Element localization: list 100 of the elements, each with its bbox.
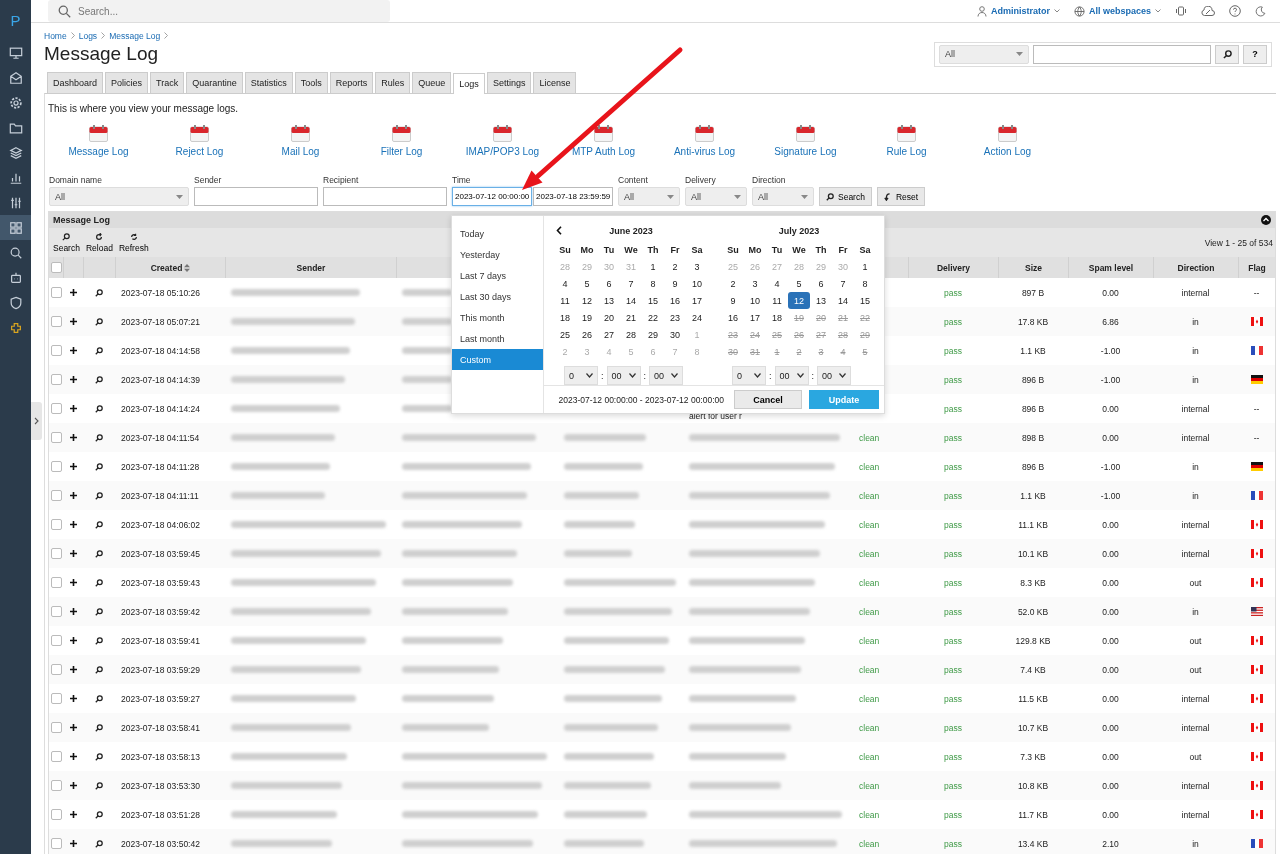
tab[interactable]: Queue [412, 72, 452, 93]
tab[interactable]: Dashboard [47, 72, 104, 93]
preset-option[interactable]: Last month [452, 328, 543, 349]
direction-select[interactable]: All [752, 187, 814, 206]
breadcrumb-link[interactable]: Home [44, 30, 67, 41]
search-icon[interactable] [95, 607, 103, 616]
search-icon[interactable] [95, 723, 103, 732]
collapse-icon[interactable] [1261, 215, 1271, 225]
expand-handle[interactable] [31, 402, 42, 440]
plus-icon[interactable] [69, 695, 77, 702]
row-checkbox[interactable] [50, 780, 62, 791]
content-select[interactable]: All [618, 187, 680, 206]
search-icon[interactable] [95, 317, 103, 326]
plus-icon[interactable] [69, 550, 77, 557]
calendar-day[interactable]: 3 [686, 258, 708, 275]
tab[interactable]: Rules [375, 72, 411, 93]
plus-icon[interactable] [69, 521, 77, 528]
preset-option[interactable]: Last 30 days [452, 286, 543, 307]
calendar-day[interactable]: 14 [832, 292, 854, 309]
search-icon[interactable] [95, 433, 103, 442]
log-link[interactable]: Message Log [48, 125, 149, 163]
plus-icon[interactable] [69, 318, 77, 325]
column-header[interactable]: Created [115, 257, 225, 278]
log-link[interactable]: Rule Log [856, 125, 957, 163]
calendar-day[interactable]: 17 [744, 309, 766, 326]
calendar-day[interactable]: 12 [576, 292, 598, 309]
column-header[interactable]: Direction [1153, 257, 1238, 278]
log-link[interactable]: Filter Log [351, 125, 452, 163]
search-icon[interactable] [95, 694, 103, 703]
calendar-day[interactable]: 28 [620, 326, 642, 343]
plus-icon[interactable] [69, 637, 77, 644]
calendar-day[interactable]: 24 [686, 309, 708, 326]
toolbar-button[interactable]: Reload [83, 232, 115, 253]
calendar-day[interactable]: 1 [854, 258, 876, 275]
search-icon[interactable] [95, 375, 103, 384]
preset-option[interactable]: Custom [452, 349, 543, 370]
previous-month-button[interactable] [556, 226, 562, 235]
row-checkbox[interactable] [50, 606, 62, 617]
calendar-day[interactable]: 8 [854, 275, 876, 292]
plus-icon[interactable] [69, 811, 77, 818]
calendar-day[interactable]: 29 [642, 326, 664, 343]
logo[interactable]: P [10, 0, 21, 40]
search-icon[interactable] [95, 839, 103, 848]
row-checkbox[interactable] [50, 403, 62, 414]
tab[interactable]: Logs [453, 73, 485, 94]
time-select[interactable]: 00 [606, 366, 641, 385]
log-link[interactable]: Mail Log [250, 125, 351, 163]
plus-icon[interactable] [69, 666, 77, 673]
calendar-day[interactable]: 19 [576, 309, 598, 326]
calendar-day[interactable]: 1 [642, 258, 664, 275]
row-checkbox[interactable] [50, 635, 62, 646]
column-header[interactable]: Delivery [908, 257, 998, 278]
reset-button[interactable]: Reset [876, 187, 926, 206]
search-button[interactable] [1215, 44, 1239, 64]
nav-button[interactable] [0, 215, 31, 240]
scope-select[interactable]: All [939, 44, 1029, 64]
plus-icon[interactable] [69, 347, 77, 354]
notification-icon[interactable] [1175, 5, 1187, 17]
recipient-field[interactable] [323, 187, 447, 206]
search-icon[interactable] [95, 752, 103, 761]
row-checkbox[interactable] [50, 548, 62, 559]
calendar-day[interactable]: 7 [832, 275, 854, 292]
calendar-day[interactable]: 20 [598, 309, 620, 326]
calendar-day[interactable]: 5 [788, 275, 810, 292]
calendar-day[interactable]: 11 [554, 292, 576, 309]
plus-icon[interactable] [69, 405, 77, 412]
search-icon[interactable] [95, 520, 103, 529]
calendar-day[interactable]: 7 [620, 275, 642, 292]
row-checkbox[interactable] [50, 316, 62, 327]
tab[interactable]: Track [150, 72, 185, 93]
calendar-day[interactable]: 18 [554, 309, 576, 326]
calendar-day[interactable]: 8 [642, 275, 664, 292]
delivery-select[interactable]: All [685, 187, 747, 206]
search-icon[interactable] [95, 404, 103, 413]
plus-icon[interactable] [69, 782, 77, 789]
search-input[interactable] [1033, 44, 1211, 64]
tab[interactable]: Statistics [244, 72, 293, 93]
calendar-day[interactable]: 4 [766, 275, 788, 292]
search-icon[interactable] [95, 578, 103, 587]
calendar-day[interactable]: 15 [642, 292, 664, 309]
toolbar-button[interactable]: Search [51, 232, 82, 253]
calendar-day[interactable]: 12 [788, 292, 810, 309]
row-checkbox[interactable] [50, 722, 62, 733]
calendar-day[interactable]: 13 [598, 292, 620, 309]
domain-select[interactable]: All [49, 187, 189, 206]
plus-icon[interactable] [69, 579, 77, 586]
calendar-day[interactable]: 9 [722, 292, 744, 309]
time-select[interactable]: 00 [774, 366, 809, 385]
column-header[interactable]: Spam level [1068, 257, 1153, 278]
tab[interactable]: Quarantine [186, 72, 243, 93]
calendar-day[interactable]: 18 [766, 309, 788, 326]
help-button[interactable]: ? [1243, 44, 1267, 64]
search-icon[interactable] [95, 636, 103, 645]
preset-option[interactable]: This month [452, 307, 543, 328]
row-checkbox[interactable] [50, 809, 62, 820]
calendar-day[interactable]: 6 [598, 275, 620, 292]
toolbar-button[interactable]: Refresh [116, 232, 151, 253]
calendar-day[interactable]: 6 [810, 275, 832, 292]
time-select[interactable]: 0 [732, 366, 766, 385]
preset-option[interactable]: Last 7 days [452, 265, 543, 286]
